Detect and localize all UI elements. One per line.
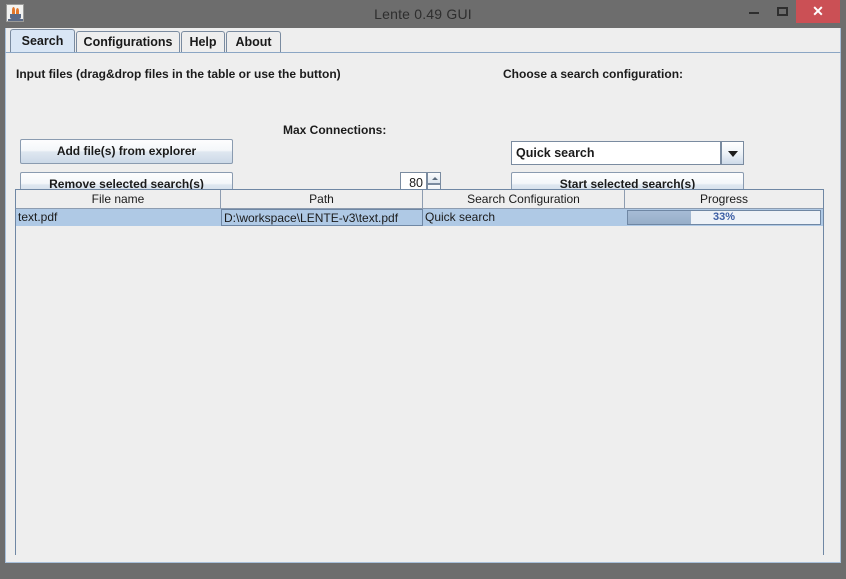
application-window: Lente 0.49 GUI ✕ Search Configurations H… bbox=[0, 0, 846, 579]
maximize-button[interactable] bbox=[768, 0, 796, 23]
table-body: text.pdf D:\workspace\LENTE-v3\text.pdf … bbox=[16, 209, 823, 555]
cell-file-name[interactable]: text.pdf bbox=[16, 209, 221, 226]
minimize-button[interactable] bbox=[740, 0, 768, 23]
progress-bar-label: 33% bbox=[628, 211, 820, 224]
column-header-path[interactable]: Path bbox=[221, 190, 423, 209]
tab-configurations[interactable]: Configurations bbox=[76, 31, 180, 53]
column-header-progress[interactable]: Progress bbox=[625, 190, 823, 209]
maximize-icon bbox=[777, 7, 788, 16]
add-files-button[interactable]: Add file(s) from explorer bbox=[20, 139, 233, 164]
table-row[interactable]: text.pdf D:\workspace\LENTE-v3\text.pdf … bbox=[16, 209, 823, 226]
close-icon: ✕ bbox=[796, 0, 840, 23]
chevron-up-icon bbox=[432, 177, 438, 180]
title-bar: Lente 0.49 GUI ✕ bbox=[0, 0, 846, 28]
minimize-icon bbox=[749, 12, 759, 14]
table-header-row: File name Path Search Configuration Prog… bbox=[16, 190, 823, 209]
cell-progress[interactable]: 33% bbox=[625, 209, 823, 226]
column-header-file-name[interactable]: File name bbox=[16, 190, 221, 209]
tab-help[interactable]: Help bbox=[181, 31, 225, 53]
chevron-down-icon bbox=[728, 151, 738, 157]
window-title: Lente 0.49 GUI bbox=[0, 0, 846, 28]
close-button[interactable]: ✕ bbox=[796, 0, 840, 23]
max-connections-label: Max Connections: bbox=[283, 123, 386, 137]
search-configuration-dropdown[interactable]: Quick search bbox=[511, 141, 744, 165]
search-tab-panel: Input files (drag&drop files in the tabl… bbox=[5, 52, 841, 563]
progress-bar: 33% bbox=[627, 210, 821, 225]
tab-bar: Search Configurations Help About bbox=[5, 28, 841, 53]
stepper-increment-button[interactable] bbox=[427, 172, 441, 184]
tab-about[interactable]: About bbox=[226, 31, 281, 53]
search-configuration-label: Choose a search configuration: bbox=[503, 67, 683, 81]
cell-search-configuration[interactable]: Quick search bbox=[423, 209, 625, 226]
cell-path[interactable]: D:\workspace\LENTE-v3\text.pdf bbox=[221, 209, 423, 226]
input-files-label: Input files (drag&drop files in the tabl… bbox=[16, 67, 341, 81]
search-configuration-value[interactable]: Quick search bbox=[511, 141, 721, 165]
tab-search[interactable]: Search bbox=[10, 29, 75, 53]
column-header-search-configuration[interactable]: Search Configuration bbox=[423, 190, 625, 209]
dropdown-arrow-button[interactable] bbox=[721, 141, 744, 165]
searches-table: File name Path Search Configuration Prog… bbox=[15, 189, 824, 555]
